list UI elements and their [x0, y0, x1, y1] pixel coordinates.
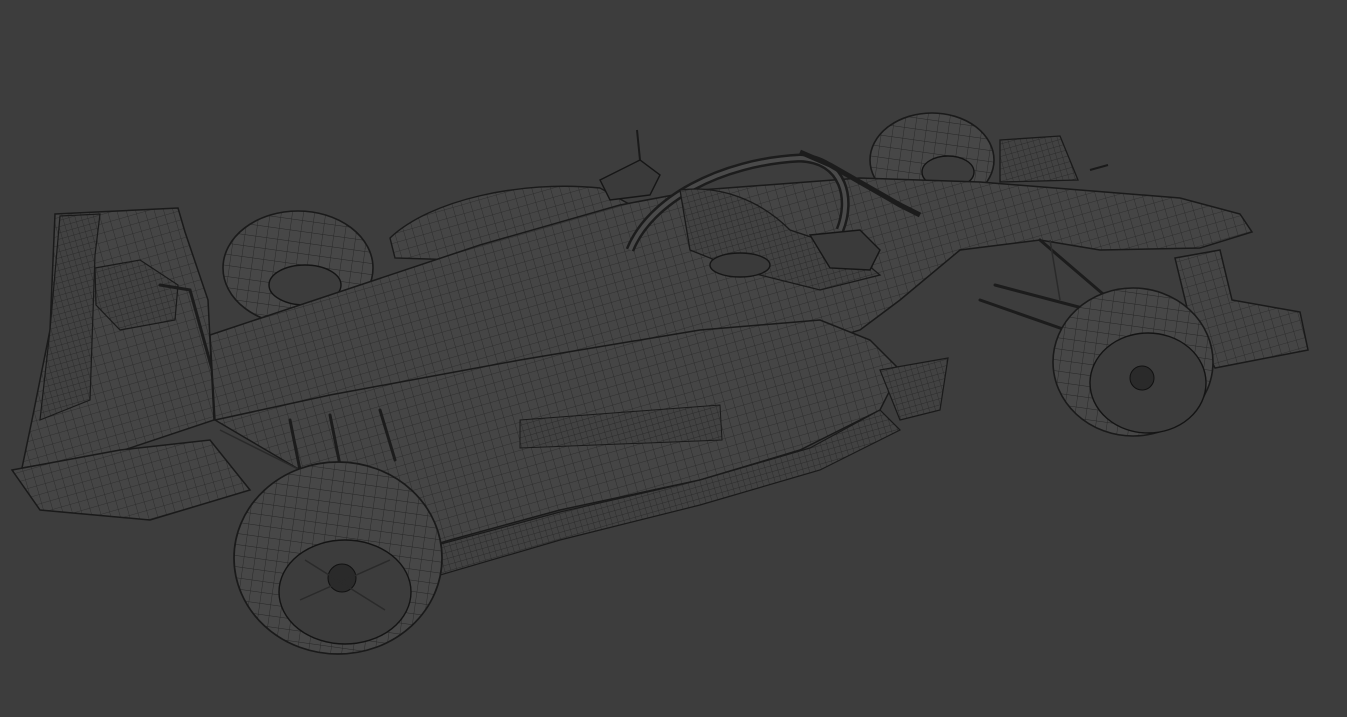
- rear-left-wheel: [233, 461, 443, 655]
- front-left-wheel: [1052, 287, 1214, 437]
- car-wireframe-model: [10, 112, 1309, 655]
- 3d-viewport[interactable]: [0, 0, 1347, 717]
